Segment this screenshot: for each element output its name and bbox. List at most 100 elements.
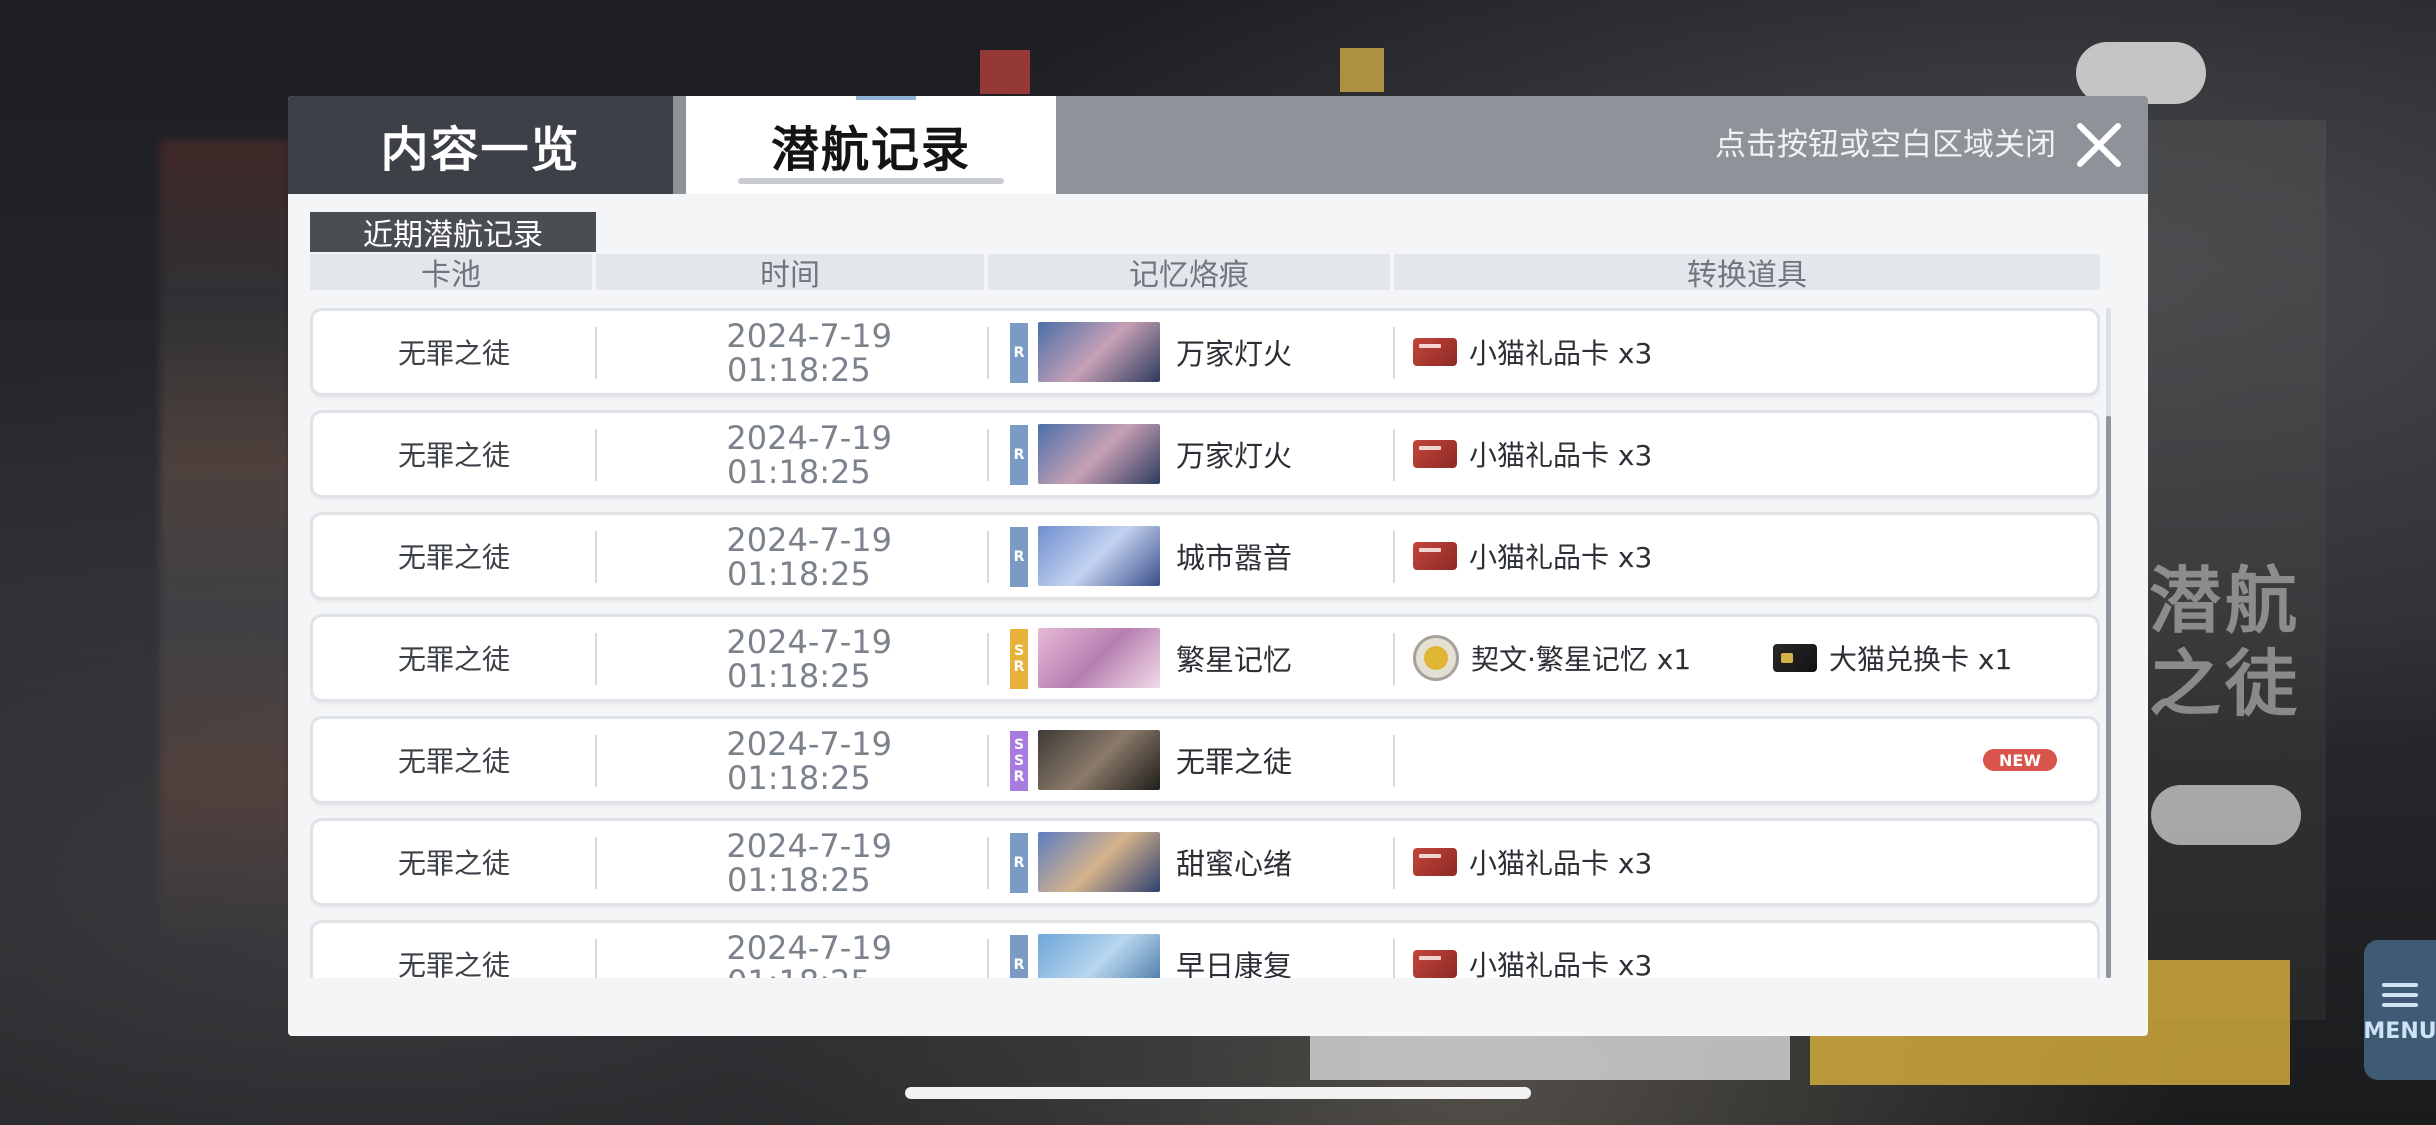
background-top-pill [2076,42,2206,104]
rarity-badge: R [1010,425,1028,485]
column-separator [1393,837,1395,889]
background-left-strip [160,140,290,940]
record-clock: 01:18:25 [727,657,871,695]
menu-button[interactable]: MENU [2363,940,2436,1080]
record-date: 2024-7-19 [726,623,892,661]
column-separator [1393,531,1395,583]
background-detail-button [2151,785,2301,845]
record-pool: 无罪之徒 [397,541,510,574]
memory-thumbnail [1038,832,1160,892]
record-time: 2024-7-1901:18:25 [597,625,962,695]
memory-thumbnail [1038,628,1160,688]
tab-dive-record-label: 潜航记录 [770,122,971,178]
conversion-item: 小猫礼品卡 x3 [1413,515,1652,597]
tab-underline [738,178,1004,184]
record-pool: 无罪之徒 [397,949,510,978]
rarity-letter: R [1013,957,1025,973]
column-header-pool: 卡池 [310,254,592,293]
record-row[interactable]: 无罪之徒 2024-7-19 01:18:25 R 万家灯火 小猫礼品卡 x3 [310,308,2100,396]
column-separator [987,735,989,787]
column-separator [987,327,989,379]
memory-name: 繁星记忆 [1176,643,1293,677]
rarity-letter: R [1013,855,1025,871]
card-red-icon [1413,848,1457,876]
conversion-item: 大猫兑换卡 x1 [1773,617,2012,699]
close-icon[interactable] [2072,118,2126,172]
memory-name: 无罪之徒 [1176,745,1293,779]
record-row[interactable]: 无罪之徒 2024-7-19 01:18:25 S S R 无罪之徒 NEW [310,716,2100,804]
section-label: 近期潜航记录 [310,212,596,253]
tab-content-overview[interactable]: 内容一览 [288,96,673,194]
record-clock: 01:18:25 [727,351,871,389]
conversion-item-label: 小猫礼品卡 x3 [1469,847,1653,880]
memory-thumbnail [1038,322,1160,382]
rarity-badge: R [1010,323,1028,383]
conversion-item-label: 小猫礼品卡 x3 [1469,949,1653,978]
record-time: 2024-7-1901:18:25 [597,931,962,978]
memory-thumbnail [1038,934,1160,978]
memory-name: 早日康复 [1176,949,1293,978]
record-time: 2024-7-1901:18:25 [597,421,962,491]
memory-name: 万家灯火 [1176,337,1293,371]
column-separator [1393,327,1395,379]
rarity-letter: S [1013,737,1025,753]
record-list[interactable]: 无罪之徒 2024-7-19 01:18:25 R 万家灯火 小猫礼品卡 x3 无罪之徒 20… [310,308,2100,978]
coin-icon [1413,635,1459,681]
column-separator [1393,429,1395,481]
card-red-icon [1413,338,1457,366]
column-separator [987,429,989,481]
rarity-badge: SR [1010,629,1028,689]
rarity-badge: R [1010,935,1028,978]
record-row[interactable]: 无罪之徒 2024-7-19 01:18:25 S R 繁星记忆 契文·繁星记忆 x1 大猫兑… [310,614,2100,702]
scrollbar-thumb[interactable] [2106,416,2111,978]
record-date: 2024-7-19 [726,827,892,865]
record-row[interactable]: 无罪之徒 2024-7-1901:18:25 R 早日康复 小猫礼品卡 x3 [310,920,2100,978]
memory-name: 万家灯火 [1176,439,1293,473]
gacha-record-dialog: 内容一览 潜航记录 点击按钮或空白区域关闭 近期潜航记录 卡池 时间 记忆烙痕 … [288,96,2148,1036]
record-clock: 01:18:25 [727,759,871,797]
conversion-item: 小猫礼品卡 x3 [1413,821,1652,903]
record-pool: 无罪之徒 [397,643,510,676]
table-header: 卡池 时间 记忆烙痕 转换道具 [310,254,2100,293]
record-clock: 01:18:25 [727,555,871,593]
conversion-item-label: 小猫礼品卡 x3 [1469,541,1653,574]
conversion-item-label: 小猫礼品卡 x3 [1469,439,1653,472]
conversion-item: 小猫礼品卡 x3 [1413,311,1652,393]
record-pool: 无罪之徒 [397,745,510,778]
rarity-badge: SSR [1010,731,1028,791]
memory-name: 城市嚣音 [1176,541,1293,575]
conversion-item: 契文·繁星记忆 x1 [1413,617,1691,699]
record-row[interactable]: 无罪之徒 2024-7-19 01:18:25 R 甜蜜心绪 小猫礼品卡 x3 [310,818,2100,906]
record-time: 2024-7-1901:18:25 [597,523,962,593]
record-time: 2024-7-1901:18:25 [597,829,962,899]
record-row[interactable]: 无罪之徒 2024-7-19 01:18:25 R 城市嚣音 小猫礼品卡 x3 [310,512,2100,600]
record-clock: 01:18:25 [727,965,871,978]
menu-label: MENU [2363,1018,2436,1044]
record-time: 2024-7-1901:18:25 [597,727,962,797]
conversion-item-label: 大猫兑换卡 x1 [1829,643,2013,676]
card-red-icon [1413,440,1457,468]
record-date: 2024-7-19 [726,317,892,355]
menu-icon [2382,977,2418,1013]
column-separator [1393,939,1395,978]
column-separator [1393,735,1395,787]
rarity-letter: R [1013,345,1025,361]
column-header-time: 时间 [596,254,984,293]
record-clock: 01:18:25 [727,861,871,899]
record-row[interactable]: 无罪之徒 2024-7-19 01:18:25 R 万家灯火 小猫礼品卡 x3 [310,410,2100,498]
rarity-letter: R [1013,769,1025,785]
conversion-item: 小猫礼品卡 x3 [1413,413,1652,495]
home-indicator[interactable] [905,1087,1531,1099]
memory-thumbnail [1038,526,1160,586]
conversion-item-label: 小猫礼品卡 x3 [1469,337,1653,370]
rarity-badge: R [1010,833,1028,893]
rarity-letter: R [1013,659,1025,675]
column-separator [987,939,989,978]
record-pool: 无罪之徒 [397,337,510,370]
record-pool: 无罪之徒 [397,439,510,472]
background-right-title: 潜航 之徒 [2148,559,2301,726]
conversion-item-label: 契文·繁星记忆 x1 [1471,643,1692,676]
memory-thumbnail [1038,730,1160,790]
record-date: 2024-7-19 [726,521,892,559]
tab-dive-record[interactable]: 潜航记录 [686,96,1056,194]
